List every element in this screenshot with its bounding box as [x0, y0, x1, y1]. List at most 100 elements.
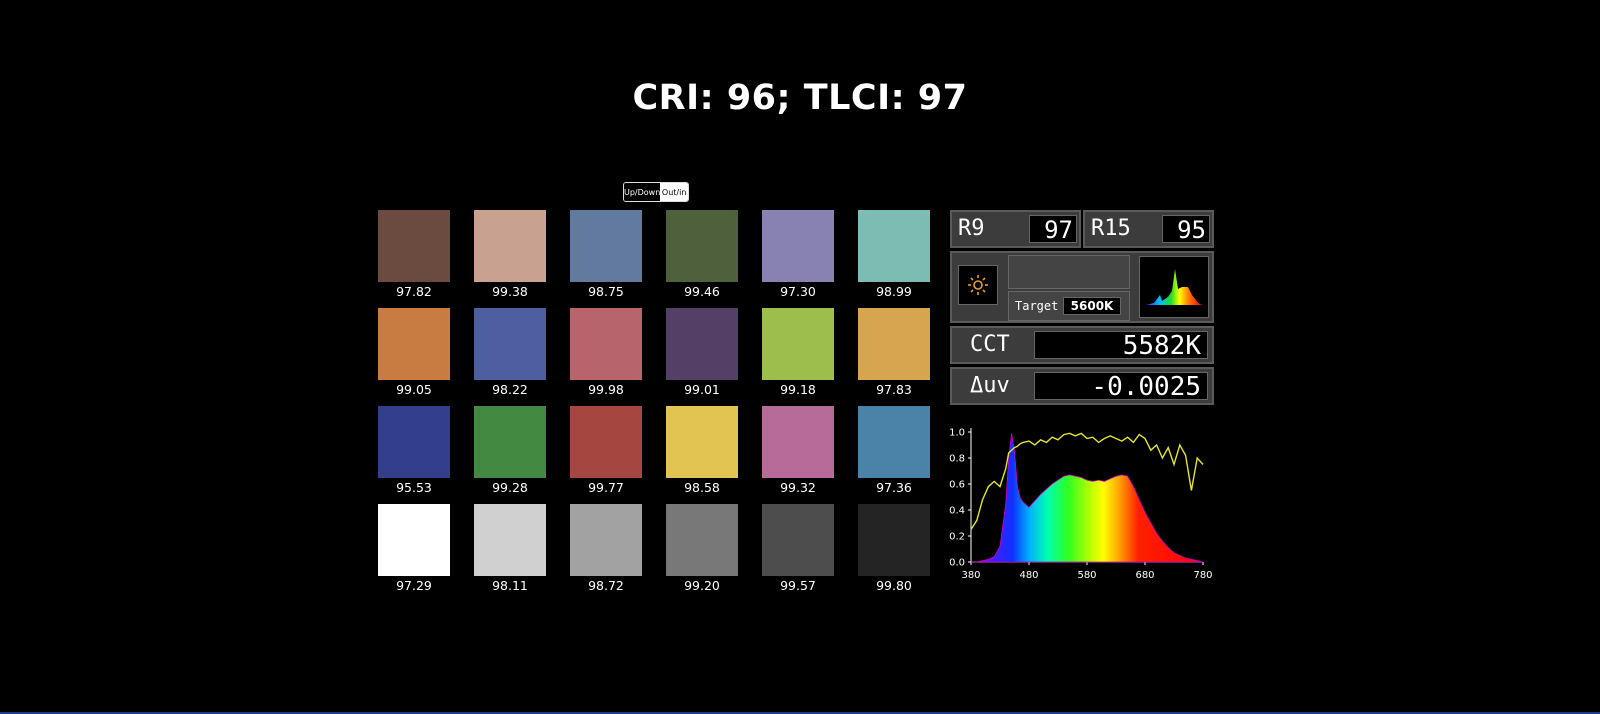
swatch-value: 99.46	[684, 284, 720, 299]
sun-icon-box[interactable]	[958, 265, 998, 305]
y-tick-label: 1.0	[949, 428, 965, 439]
swatch-color	[570, 210, 642, 282]
swatch-value: 97.83	[876, 382, 912, 397]
x-tick-label: 580	[1077, 570, 1096, 581]
color-swatch: 99.57	[762, 504, 834, 593]
swatch-value: 97.30	[780, 284, 816, 299]
x-tick-label: 380	[961, 570, 980, 581]
r15-label: R15	[1091, 216, 1131, 241]
color-swatch: 99.32	[762, 406, 834, 495]
x-tick-label: 480	[1019, 570, 1038, 581]
r9-panel: R9 97	[950, 210, 1081, 248]
color-swatch: 97.83	[858, 308, 930, 397]
color-swatch-grid: 97.82 99.38 98.75 99.46 97.30 98.99 99.05 98.22…	[378, 210, 934, 594]
swatch-color	[762, 406, 834, 478]
color-swatch: 99.05	[378, 308, 450, 397]
swatch-value: 99.05	[396, 382, 432, 397]
swatch-value: 99.20	[684, 578, 720, 593]
swatch-value: 98.99	[876, 284, 912, 299]
swatch-value: 98.72	[588, 578, 624, 593]
sun-icon	[968, 275, 988, 295]
color-swatch: 95.53	[378, 406, 450, 495]
spectrum-thumbnail[interactable]	[1139, 256, 1209, 318]
toggle-out-in[interactable]: Out/in	[660, 183, 688, 201]
x-tick-label: 680	[1135, 570, 1154, 581]
cct-value: 5582K	[1034, 331, 1208, 360]
y-tick-label: 0.0	[949, 558, 965, 569]
color-swatch: 98.75	[570, 210, 642, 299]
swatch-color	[858, 210, 930, 282]
duv-panel: Δuv -0.0025	[950, 367, 1214, 405]
y-tick-label: 0.2	[949, 532, 965, 543]
swatch-value: 99.01	[684, 382, 720, 397]
target-value: 5600K	[1063, 297, 1121, 315]
swatch-value: 98.22	[492, 382, 528, 397]
color-swatch: 97.82	[378, 210, 450, 299]
duv-label: Δuv	[970, 373, 1010, 398]
r15-panel: R15 95	[1083, 210, 1214, 248]
swatch-value: 99.57	[780, 578, 816, 593]
cct-label: CCT	[970, 332, 1010, 357]
target-label: Target	[1015, 299, 1059, 313]
color-swatch: 98.99	[858, 210, 930, 299]
color-swatch: 99.38	[474, 210, 546, 299]
r15-value: 95	[1162, 215, 1210, 244]
swatch-color	[570, 504, 642, 576]
duv-value: -0.0025	[1034, 372, 1208, 401]
swatch-value: 99.32	[780, 480, 816, 495]
color-swatch: 99.20	[666, 504, 738, 593]
swatch-color	[474, 210, 546, 282]
swatch-color	[666, 406, 738, 478]
swatch-value: 98.75	[588, 284, 624, 299]
color-swatch: 99.18	[762, 308, 834, 397]
swatch-value: 99.38	[492, 284, 528, 299]
swatch-value: 99.98	[588, 382, 624, 397]
color-swatch: 99.01	[666, 308, 738, 397]
y-tick-label: 0.6	[949, 480, 965, 491]
swatch-color	[474, 406, 546, 478]
color-swatch: 98.72	[570, 504, 642, 593]
blank-box	[1008, 255, 1130, 289]
swatch-value: 95.53	[396, 480, 432, 495]
swatch-color	[858, 504, 930, 576]
swatch-value: 99.28	[492, 480, 528, 495]
swatch-color	[762, 504, 834, 576]
swatch-color	[666, 308, 738, 380]
swatch-value: 98.58	[684, 480, 720, 495]
color-swatch: 97.36	[858, 406, 930, 495]
swatch-value: 97.82	[396, 284, 432, 299]
color-swatch: 98.11	[474, 504, 546, 593]
color-swatch: 99.46	[666, 210, 738, 299]
toggle-up-down[interactable]: Up/Down	[624, 183, 661, 201]
swatch-color	[762, 210, 834, 282]
cct-panel: CCT 5582K	[950, 326, 1214, 364]
spectral-power-area	[971, 433, 1204, 563]
swatch-color	[762, 308, 834, 380]
swatch-value: 97.36	[876, 480, 912, 495]
swatch-value: 99.77	[588, 480, 624, 495]
swatch-color	[858, 406, 930, 478]
y-tick-label: 0.4	[949, 506, 965, 517]
swatch-value: 97.29	[396, 578, 432, 593]
swatch-value: 99.80	[876, 578, 912, 593]
view-toggle[interactable]: Up/Down Out/in	[623, 182, 689, 202]
r9-label: R9	[958, 216, 985, 241]
color-swatch: 99.28	[474, 406, 546, 495]
swatch-color	[378, 210, 450, 282]
color-swatch: 98.58	[666, 406, 738, 495]
swatch-value: 98.11	[492, 578, 528, 593]
swatch-color	[666, 210, 738, 282]
color-swatch: 99.77	[570, 406, 642, 495]
color-swatch: 97.29	[378, 504, 450, 593]
color-swatch: 99.98	[570, 308, 642, 397]
swatch-color	[570, 406, 642, 478]
color-meter-panel: R9 97 R15 95 Target 5600K CCT 5582K Δuv …	[950, 210, 1214, 406]
y-tick-label: 0.8	[949, 454, 965, 465]
color-swatch: 98.22	[474, 308, 546, 397]
swatch-color	[570, 308, 642, 380]
swatch-color	[378, 504, 450, 576]
swatch-color	[378, 308, 450, 380]
target-box: Target 5600K	[1008, 291, 1130, 321]
swatch-color	[474, 504, 546, 576]
r9-value: 97	[1029, 215, 1077, 244]
